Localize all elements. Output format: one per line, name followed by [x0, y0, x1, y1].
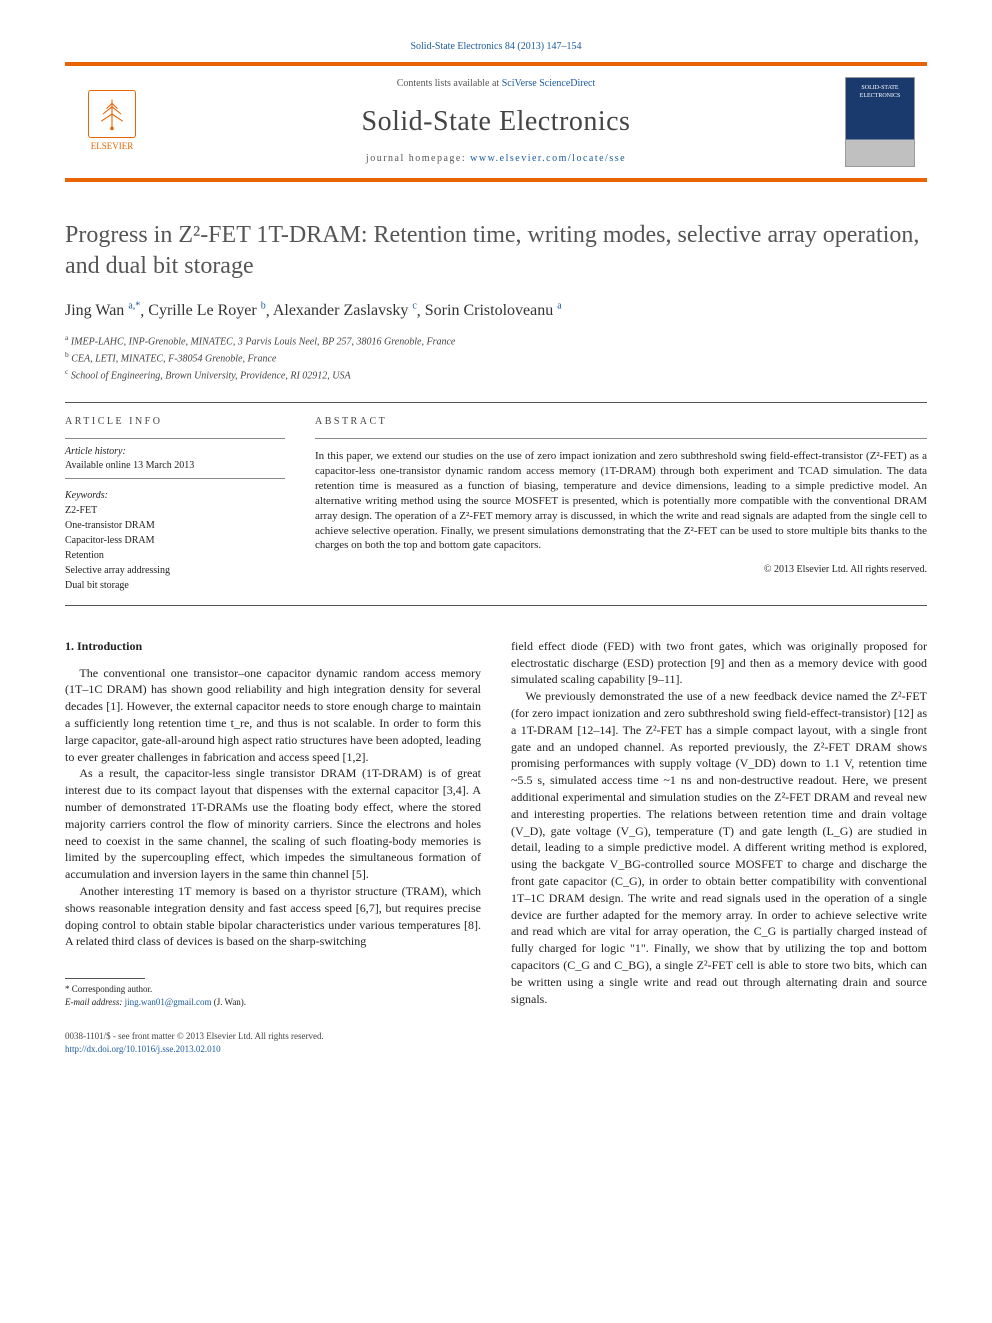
footnotes: * Corresponding author. E-mail address: … — [65, 983, 481, 1008]
affiliations: a IMEP-LAHC, INP-Grenoble, MINATEC, 3 Pa… — [65, 332, 927, 384]
abstract-heading: abstract — [315, 415, 927, 429]
journal-cover-thumb: SOLID-STATE ELECTRONICS — [845, 77, 915, 167]
header-citation: Solid-State Electronics 84 (2013) 147–15… — [65, 40, 927, 54]
section-heading: 1. Introduction — [65, 638, 481, 655]
author: Alexander Zaslavsky c — [273, 302, 417, 319]
history-text: Available online 13 March 2013 — [65, 459, 285, 473]
email-link[interactable]: jing.wan01@gmail.com — [125, 997, 212, 1007]
keyword: Z2-FET — [65, 503, 285, 518]
journal-name: Solid-State Electronics — [147, 103, 845, 141]
column-right: field effect diode (FED) with two front … — [511, 638, 927, 1009]
issn-line: 0038-1101/$ - see front matter © 2013 El… — [65, 1030, 927, 1043]
paragraph: The conventional one transistor–one capa… — [65, 665, 481, 766]
author: Sorin Cristoloveanu a — [425, 302, 562, 319]
article-title: Progress in Z²-FET 1T-DRAM: Retention ti… — [65, 220, 927, 282]
citation-link[interactable]: Solid-State Electronics 84 (2013) 147–15… — [410, 41, 581, 52]
article-info: article info Article history: Available … — [65, 403, 285, 605]
column-left: 1. Introduction The conventional one tra… — [65, 638, 481, 1009]
affiliation-mark: c — [65, 367, 68, 376]
keyword: Dual bit storage — [65, 578, 285, 593]
author: Cyrille Le Royer b — [148, 302, 265, 319]
author-mark[interactable]: a,* — [128, 301, 140, 312]
publisher-name: ELSEVIER — [91, 140, 134, 152]
affiliation-mark: b — [65, 350, 69, 359]
keyword: Capacitor-less DRAM — [65, 533, 285, 548]
affiliation-text: CEA, LETI, MINATEC, F-38054 Grenoble, Fr… — [71, 353, 276, 364]
history-label: Article history: — [65, 445, 285, 459]
publisher-logo: ELSEVIER — [77, 90, 147, 152]
email-who: (J. Wan). — [211, 997, 246, 1007]
author-name: Alexander Zaslavsky — [273, 302, 409, 319]
homepage-link[interactable]: www.elsevier.com/locate/sse — [470, 153, 626, 164]
abstract-text: In this paper, we extend our studies on … — [315, 449, 927, 553]
elsevier-tree-icon — [88, 90, 136, 138]
author-name: Cyrille Le Royer — [148, 302, 256, 319]
journal-homepage: journal homepage: www.elsevier.com/locat… — [147, 152, 845, 166]
keywords-label: Keywords: — [65, 489, 285, 503]
doi-link[interactable]: http://dx.doi.org/10.1016/j.sse.2013.02.… — [65, 1044, 221, 1054]
corresponding-author: * Corresponding author. — [65, 983, 481, 996]
email-line: E-mail address: jing.wan01@gmail.com (J.… — [65, 996, 481, 1009]
affiliation: b CEA, LETI, MINATEC, F-38054 Grenoble, … — [65, 349, 927, 366]
paragraph: As a result, the capacitor-less single t… — [65, 765, 481, 883]
body-columns: 1. Introduction The conventional one tra… — [65, 638, 927, 1009]
affiliation-text: School of Engineering, Brown University,… — [71, 371, 351, 382]
author-mark[interactable]: c — [412, 301, 416, 312]
keywords-list: Z2-FET One-transistor DRAM Capacitor-les… — [65, 503, 285, 593]
bottom-bar: 0038-1101/$ - see front matter © 2013 El… — [65, 1030, 927, 1055]
contents-lists-prefix: Contents lists available at — [397, 78, 502, 89]
affiliation-text: IMEP-LAHC, INP-Grenoble, MINATEC, 3 Parv… — [71, 336, 456, 347]
article-info-heading: article info — [65, 415, 285, 429]
keyword: Selective array addressing — [65, 563, 285, 578]
abstract-copyright: © 2013 Elsevier Ltd. All rights reserved… — [315, 563, 927, 577]
affiliation: a IMEP-LAHC, INP-Grenoble, MINATEC, 3 Pa… — [65, 332, 927, 349]
contents-lists: Contents lists available at SciVerse Sci… — [147, 77, 845, 91]
affiliation-mark: a — [65, 333, 68, 342]
author-mark[interactable]: a — [557, 301, 561, 312]
email-label: E-mail address: — [65, 997, 125, 1007]
author-mark[interactable]: b — [261, 301, 266, 312]
masthead: ELSEVIER Contents lists available at Sci… — [65, 62, 927, 182]
author: Jing Wan a,* — [65, 302, 140, 319]
author-list: Jing Wan a,*, Cyrille Le Royer b, Alexan… — [65, 300, 927, 322]
affiliation: c School of Engineering, Brown Universit… — [65, 366, 927, 383]
footnote-separator — [65, 978, 145, 979]
info-abstract-block: article info Article history: Available … — [65, 402, 927, 606]
paragraph: We previously demonstrated the use of a … — [511, 688, 927, 1007]
author-name: Sorin Cristoloveanu — [425, 302, 553, 319]
paragraph: Another interesting 1T memory is based o… — [65, 883, 481, 950]
paragraph: field effect diode (FED) with two front … — [511, 638, 927, 688]
keyword: Retention — [65, 548, 285, 563]
abstract: abstract In this paper, we extend our st… — [315, 403, 927, 605]
sciencedirect-link[interactable]: SciVerse ScienceDirect — [502, 78, 596, 89]
keyword: One-transistor DRAM — [65, 518, 285, 533]
cover-label: SOLID-STATE ELECTRONICS — [846, 84, 914, 100]
homepage-prefix: journal homepage: — [366, 153, 470, 164]
author-name: Jing Wan — [65, 302, 124, 319]
